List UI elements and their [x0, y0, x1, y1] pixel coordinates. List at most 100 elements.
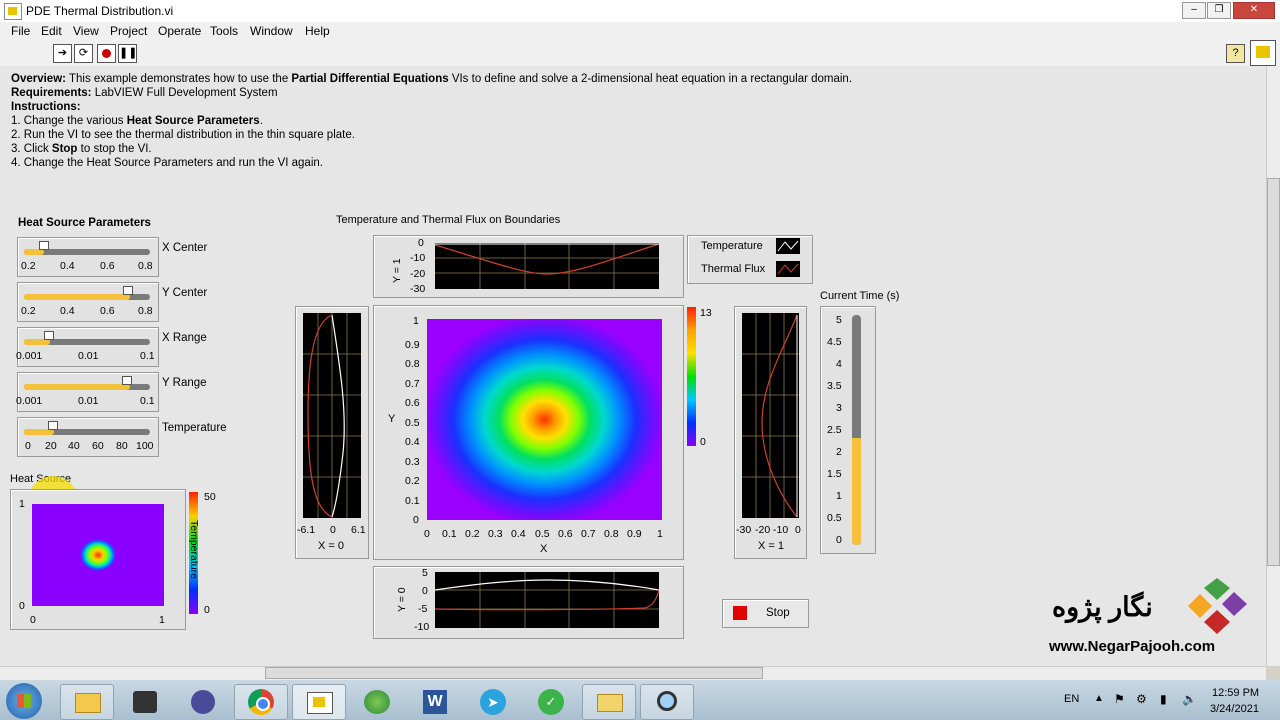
slider-thumb[interactable] [48, 421, 58, 430]
tick: 3 [836, 402, 842, 414]
tick: 40 [68, 440, 80, 452]
folder-icon[interactable] [582, 684, 636, 720]
menu-file[interactable]: File [11, 24, 30, 38]
stop-button[interactable]: Stop [722, 599, 809, 628]
x-range-label: X Range [162, 332, 207, 344]
tray-app-icon[interactable]: ⚙ [1136, 692, 1147, 706]
tick: -20 [410, 268, 426, 280]
tick: 0.6 [405, 397, 420, 409]
instructions-text: Overview: This example demonstrates how … [11, 73, 853, 169]
menu-view[interactable]: View [73, 24, 99, 38]
tick: 0 [700, 436, 706, 448]
toolbar: ➔ ⟳ ❚❚ ? [0, 40, 1280, 67]
abort-icon[interactable] [97, 44, 116, 63]
tick: 0.9 [627, 528, 642, 540]
tick: 0.5 [827, 512, 842, 524]
bottom-boundary-plot [435, 572, 659, 628]
tick: 0 [30, 614, 36, 626]
slider-thumb[interactable] [39, 241, 49, 250]
tick: 3.5 [827, 380, 842, 392]
tick: 60 [92, 440, 104, 452]
tick: 1 [657, 528, 663, 540]
tick: 0 [795, 524, 801, 536]
search-icon[interactable] [640, 684, 694, 720]
vertical-scrollbar-thumb[interactable] [1267, 178, 1280, 566]
x-center-label: X Center [162, 242, 208, 254]
app-icon-blue[interactable] [176, 684, 230, 720]
tick: 0 [413, 514, 419, 526]
messenger-icon[interactable]: ✓ [524, 684, 578, 720]
y-range-slider[interactable]: 0.001 0.01 0.1 [16, 372, 159, 412]
tick: 0.8 [405, 358, 420, 370]
tick: 0.3 [488, 528, 503, 540]
start-button[interactable] [6, 683, 42, 719]
tick: 20 [45, 440, 57, 452]
slider-thumb[interactable] [122, 376, 132, 385]
x-range-slider[interactable]: 0.001 0.01 0.1 [16, 327, 159, 367]
clock-date[interactable]: 3/24/2021 [1210, 703, 1259, 715]
thermal-distribution-plot [427, 319, 662, 520]
maximize-button[interactable]: ❐ [1207, 2, 1231, 19]
current-time-fill [852, 438, 861, 545]
main-plot-ylabel: Y [388, 413, 396, 425]
x-center-slider[interactable]: 0.2 0.4 0.6 0.8 [17, 237, 159, 277]
tick: 1 [19, 498, 25, 510]
tick: 0.2 [465, 528, 480, 540]
tick: -10 [414, 621, 430, 633]
left-graph-xlabel: X = 0 [318, 540, 344, 552]
slider-thumb[interactable] [44, 331, 54, 340]
tick: 0.01 [78, 350, 99, 362]
pause-icon[interactable]: ❚❚ [118, 44, 137, 63]
slider-fill [24, 384, 130, 390]
right-graph-xlabel: X = 1 [758, 540, 784, 552]
y-center-slider[interactable]: 0.2 0.4 0.6 0.8 [17, 282, 159, 322]
bottom-graph-ylabel: Y = 0 [396, 587, 408, 612]
network-icon[interactable]: ⚑ [1114, 692, 1125, 706]
language-indicator[interactable]: EN [1064, 693, 1079, 705]
menu-window[interactable]: Window [250, 24, 293, 38]
tick: -10 [410, 252, 426, 264]
menu-help[interactable]: Help [305, 24, 330, 38]
file-explorer-icon[interactable] [60, 684, 114, 720]
current-time-label: Current Time (s) [820, 290, 900, 302]
temperature-slider[interactable]: 0 20 40 60 80 100 [17, 417, 159, 457]
word-icon[interactable]: W [408, 684, 462, 720]
signal-icon[interactable]: ▮ [1160, 692, 1167, 706]
tick: 0.8 [138, 260, 153, 272]
tick: 1.5 [827, 468, 842, 480]
run-icon[interactable]: ➔ [53, 44, 72, 63]
thermal-color-scale [687, 307, 696, 446]
tick: 0.1 [140, 350, 155, 362]
show-hidden-icons-icon[interactable]: ▲ [1094, 693, 1104, 704]
volume-icon[interactable]: 🔈 [1182, 692, 1197, 706]
clock-time[interactable]: 12:59 PM [1212, 687, 1259, 699]
window-title: PDE Thermal Distribution.vi [26, 4, 174, 18]
top-boundary-plot [435, 243, 659, 289]
menu-project[interactable]: Project [110, 24, 147, 38]
labview-taskbar-icon[interactable] [292, 684, 346, 720]
menu-tools[interactable]: Tools [210, 24, 238, 38]
slider-thumb[interactable] [123, 286, 133, 295]
context-help-icon[interactable]: ? [1226, 44, 1245, 63]
legend-temperature-swatch[interactable] [776, 238, 800, 254]
run-continuously-icon[interactable]: ⟳ [74, 44, 93, 63]
boundaries-title: Temperature and Thermal Flux on Boundari… [336, 214, 561, 226]
chrome-icon[interactable] [234, 684, 288, 720]
tick: 50 [204, 491, 216, 503]
right-boundary-plot [742, 313, 799, 518]
legend-thermal-flux-label: Thermal Flux [701, 263, 766, 275]
temperature-label: Temperature [162, 422, 227, 434]
media-player-icon[interactable] [118, 684, 172, 720]
minimize-button[interactable]: – [1182, 2, 1206, 19]
download-manager-icon[interactable] [350, 684, 404, 720]
telegram-icon[interactable]: ➤ [466, 684, 520, 720]
tick: 0.2 [21, 260, 36, 272]
close-button[interactable]: ✕ [1233, 2, 1275, 19]
menu-operate[interactable]: Operate [158, 24, 201, 38]
menu-edit[interactable]: Edit [41, 24, 62, 38]
tick: 0.6 [100, 260, 115, 272]
tick: 0.3 [405, 456, 420, 468]
legend-thermal-flux-swatch[interactable] [776, 261, 800, 277]
horizontal-scrollbar-thumb[interactable] [265, 667, 763, 679]
tick: 0.4 [405, 436, 420, 448]
